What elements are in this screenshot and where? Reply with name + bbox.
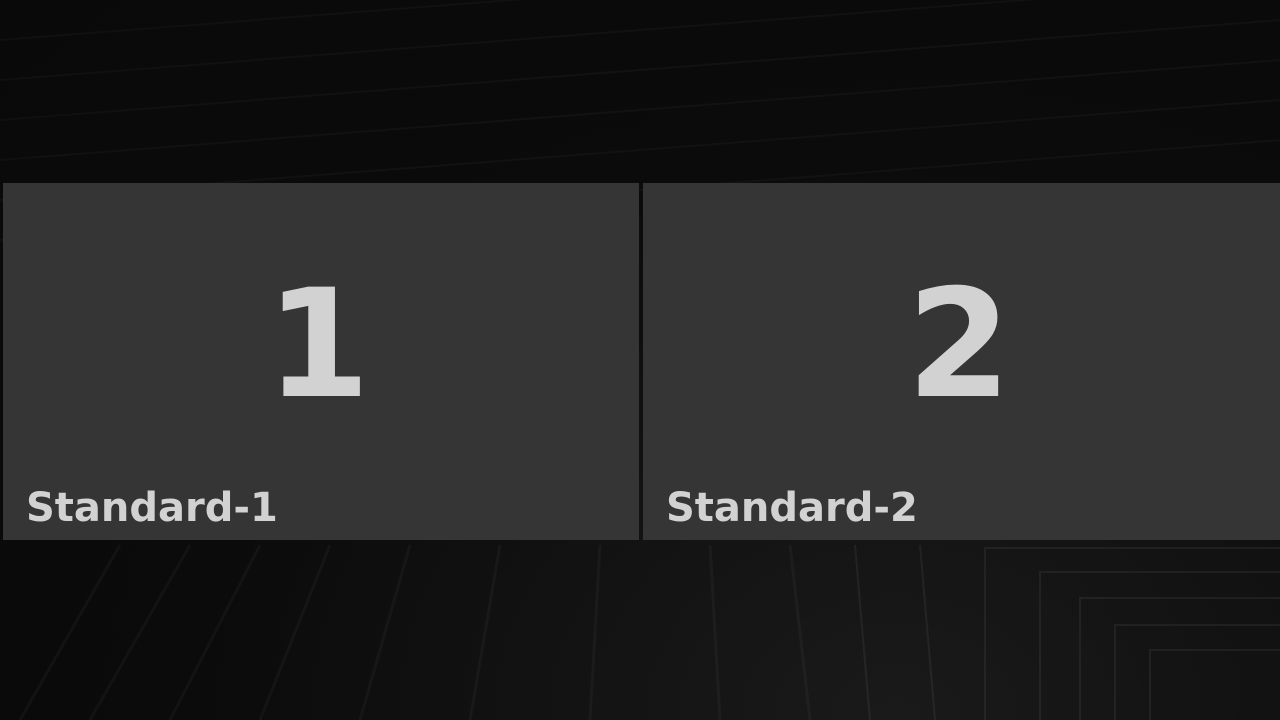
display-label-1: Standard-1 <box>26 485 278 531</box>
display-tile-1[interactable]: 1 Standard-1 <box>3 183 639 540</box>
display-tiles: 1 Standard-1 2 Standard-2 <box>3 183 1280 540</box>
display-layout-screen: 1 Standard-1 2 Standard-2 <box>0 0 1280 720</box>
display-tile-2[interactable]: 2 Standard-2 <box>643 183 1280 540</box>
display-label-2: Standard-2 <box>666 485 918 531</box>
display-number-1: 1 <box>265 258 371 432</box>
display-number-2: 2 <box>906 258 1012 432</box>
